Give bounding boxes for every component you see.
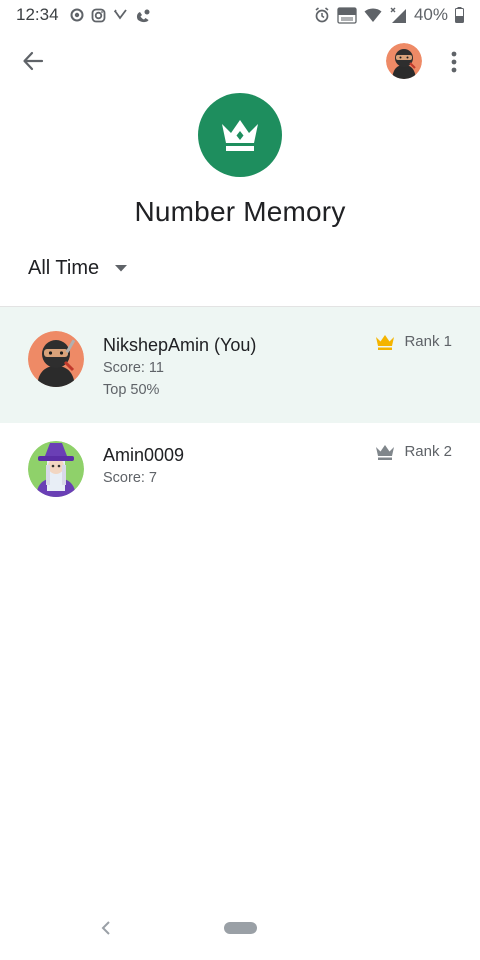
battery-icon — [455, 7, 464, 23]
ninja-avatar-icon — [28, 331, 84, 387]
player-rank: Rank 2 — [375, 443, 452, 460]
voicemail-icon — [135, 8, 151, 23]
player-name: NikshepAmin (You) — [103, 335, 257, 355]
player-score: Score: 7 — [103, 470, 157, 486]
player-rank: Rank 1 — [375, 333, 452, 350]
leaderboard-list: NikshepAmin (You) Score: 11 Top 50% Rank… — [0, 307, 480, 515]
status-right: 40% — [314, 5, 464, 25]
crown-icon — [376, 444, 395, 460]
nav-home-pill[interactable] — [224, 922, 257, 934]
game-title: Number Memory — [134, 196, 346, 227]
player-percentile: Top 50% — [103, 382, 160, 398]
crown-icon — [376, 334, 395, 350]
back-button[interactable] — [18, 46, 48, 76]
instagram-icon — [91, 8, 106, 23]
player-name: Amin0009 — [103, 445, 185, 465]
alarm-icon — [314, 7, 330, 23]
status-bar: 12:34 40% — [0, 0, 480, 30]
more-options-button[interactable] — [443, 47, 465, 77]
player-score: Score: 11 — [103, 360, 164, 376]
rank-label: Rank 1 — [404, 333, 452, 350]
battery-percent: 40% — [413, 5, 448, 24]
leaderboard-row-self[interactable]: NikshepAmin (You) Score: 11 Top 50% Rank… — [0, 307, 480, 423]
status-left: 12:34 — [16, 5, 151, 25]
time-filter-dropdown[interactable]: All Time — [28, 254, 128, 282]
rank-label: Rank 2 — [404, 443, 452, 460]
record-icon — [70, 8, 84, 22]
player-avatar — [28, 441, 84, 497]
status-time: 12:34 — [16, 5, 59, 24]
dropdown-arrow-icon — [115, 264, 128, 271]
app-bar — [0, 40, 480, 80]
leaderboard-row[interactable]: Amin0009 Score: 7 Rank 2 — [0, 423, 480, 515]
arrow-left-icon — [23, 51, 44, 71]
wifi-icon — [364, 8, 382, 23]
signal-icon — [389, 7, 407, 24]
ninja-avatar-icon — [386, 43, 422, 79]
missed-call-icon — [113, 8, 128, 23]
time-filter-label: All Time — [28, 256, 100, 279]
wizard-avatar-icon — [28, 441, 84, 497]
chevron-left-icon — [101, 921, 110, 935]
game-emblem — [198, 93, 282, 177]
player-avatar — [28, 331, 84, 387]
more-vert-icon — [451, 51, 457, 73]
crown-icon — [222, 120, 258, 151]
profile-avatar[interactable] — [386, 43, 422, 79]
volte-icon — [337, 6, 357, 24]
nav-back-button[interactable] — [96, 917, 116, 939]
